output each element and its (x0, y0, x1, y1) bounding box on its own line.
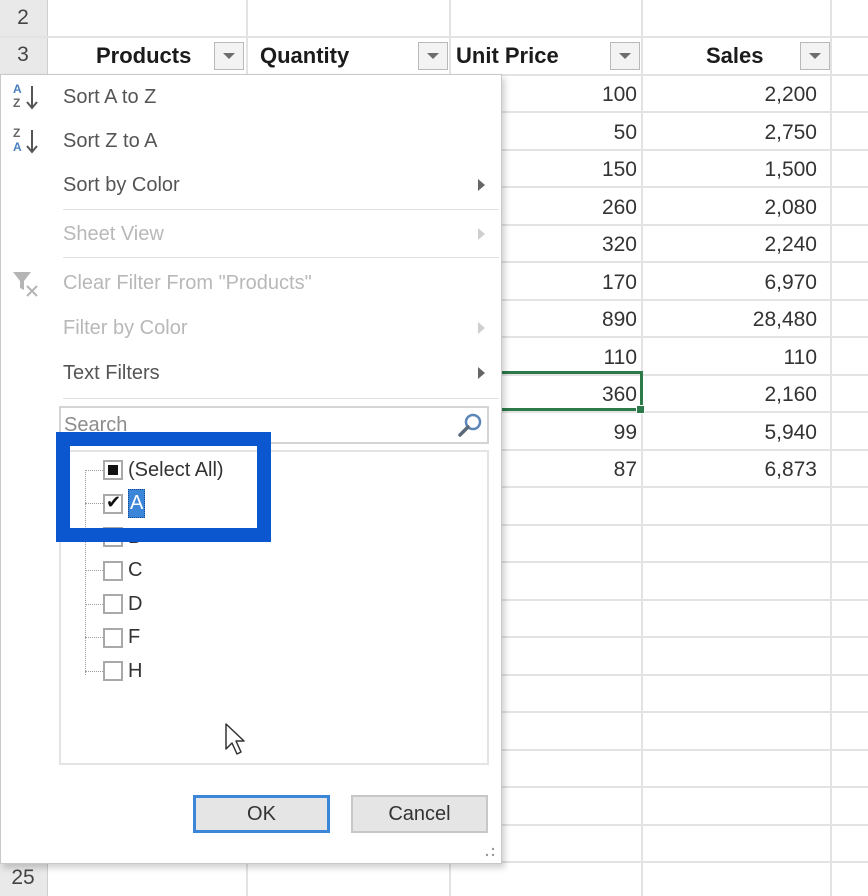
menu-separator (63, 398, 499, 399)
sales-cell[interactable]: 28,480 (643, 301, 817, 338)
filter-value-label: C (128, 559, 143, 581)
row-number[interactable]: 3 (0, 43, 46, 67)
sales-cell[interactable]: 2,750 (643, 114, 817, 151)
menu-label: Clear Filter From "Products" (63, 271, 312, 294)
filter-by-color-item[interactable]: Filter by Color (1, 308, 501, 348)
sales-cell[interactable]: 2,240 (643, 226, 817, 263)
tree-line (85, 603, 103, 605)
cancel-button[interactable]: Cancel (351, 795, 488, 833)
header-quantity: Quantity (260, 43, 350, 68)
sort-a-to-z-item[interactable]: A Z Sort A to Z (1, 77, 501, 117)
quantity-filter-button[interactable] (418, 42, 448, 70)
sales-cell[interactable]: 1,500 (643, 151, 817, 188)
svg-text:A: A (13, 82, 22, 96)
submenu-arrow-icon (478, 367, 485, 379)
filter-value-item[interactable]: D (85, 590, 142, 618)
svg-text:A: A (13, 140, 22, 154)
search-icon (458, 413, 482, 437)
submenu-arrow-icon (478, 228, 485, 240)
menu-label: Sort Z to A (63, 129, 158, 152)
chevron-down-icon (809, 53, 821, 59)
header-sales: Sales (706, 43, 764, 68)
menu-label: Sheet View (63, 222, 164, 245)
menu-label: Filter by Color (63, 316, 188, 339)
sort-ascending-icon: A Z (13, 82, 38, 110)
menu-label: Sort by Color (63, 173, 180, 196)
clear-filter-icon (13, 272, 38, 297)
filter-value-label: H (128, 659, 143, 682)
sales-cell[interactable]: 5,940 (643, 414, 817, 451)
sheet-view-item[interactable]: Sheet View (1, 214, 501, 254)
filter-value-label: F (128, 626, 141, 648)
tree-line (85, 637, 103, 638)
row-number[interactable]: 25 (0, 866, 46, 890)
clear-filter-item[interactable]: Clear Filter From "Products" (1, 263, 501, 303)
svg-text:Z: Z (13, 126, 20, 140)
checkbox[interactable] (103, 627, 123, 648)
row-number[interactable]: 2 (0, 6, 46, 30)
sales-cell[interactable]: 110 (643, 339, 817, 376)
menu-label: Sort A to Z (63, 85, 157, 108)
submenu-arrow-icon (478, 179, 485, 191)
resize-grip-icon[interactable] (485, 847, 495, 857)
sort-descending-icon: Z A (13, 126, 38, 154)
menu-separator (63, 257, 499, 258)
header-products: Products (96, 43, 192, 68)
sales-cell[interactable]: 6,873 (643, 451, 817, 488)
tree-line (85, 570, 103, 571)
sales-cell[interactable]: 2,160 (643, 376, 817, 413)
submenu-arrow-icon (478, 322, 485, 334)
chevron-down-icon (223, 53, 235, 59)
filter-value-item[interactable]: H (85, 657, 142, 685)
checkbox[interactable] (103, 661, 123, 681)
text-filters-item[interactable]: Text Filters (1, 353, 501, 393)
chevron-down-icon (427, 53, 439, 59)
sort-by-color-item[interactable]: Sort by Color (1, 165, 501, 205)
sort-z-to-a-item[interactable]: Z A Sort Z to A (1, 121, 501, 161)
annotation-highlight-box (56, 432, 271, 542)
filter-value-item[interactable]: F (85, 624, 140, 652)
tree-line (85, 670, 103, 672)
products-filter-button[interactable] (214, 42, 244, 70)
mouse-cursor-icon (225, 723, 245, 755)
menu-label: Text Filters (63, 361, 160, 384)
sales-cell[interactable]: 2,200 (643, 76, 817, 113)
sales-cell[interactable]: 6,970 (643, 264, 817, 301)
unit-price-filter-button[interactable] (610, 42, 640, 70)
header-unit-price: Unit Price (456, 43, 559, 68)
sales-filter-button[interactable] (800, 42, 830, 70)
filter-value-label: D (128, 592, 143, 615)
checkbox[interactable] (103, 594, 123, 614)
fill-handle[interactable] (636, 405, 645, 414)
filter-value-item[interactable]: C (85, 557, 142, 585)
ok-button[interactable]: OK (193, 795, 330, 833)
svg-text:Z: Z (13, 96, 20, 110)
selected-cell[interactable] (488, 371, 643, 411)
chevron-down-icon (619, 53, 631, 59)
checkbox[interactable] (103, 560, 123, 581)
menu-separator (63, 209, 499, 210)
sales-cell[interactable]: 2,080 (643, 189, 817, 226)
